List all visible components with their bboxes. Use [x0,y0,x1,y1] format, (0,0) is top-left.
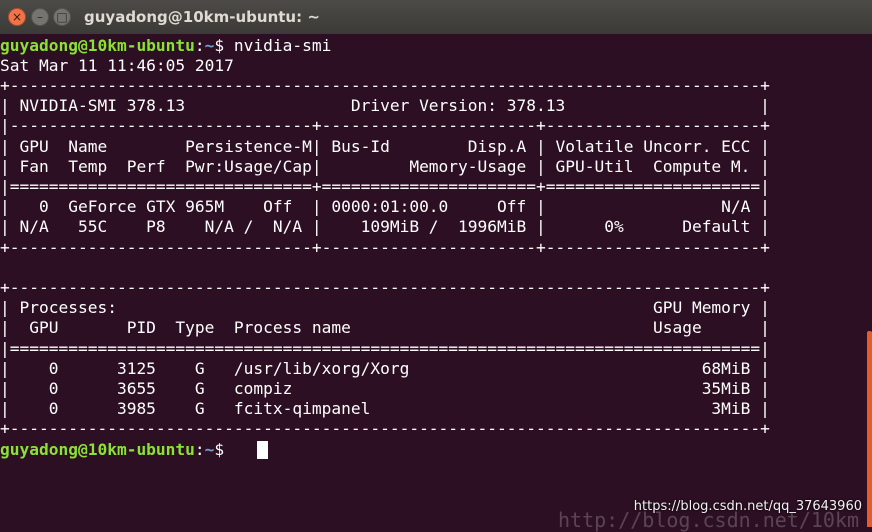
terminal-area[interactable]: guyadong@10km-ubuntu:~$ nvidia-smi Sat M… [0,34,872,527]
smi-output-line: | Processes: GPU Memory | [0,298,770,318]
smi-output-line: | NVIDIA-SMI 378.13 Driver Version: 378.… [0,96,770,116]
smi-output-line: | 0 3985 G fcitx-qimpanel 3MiB | [0,399,770,419]
smi-output-line: | 0 3125 G /usr/lib/xorg/Xorg 68MiB | [0,358,770,378]
date-line: Sat Mar 11 11:46:05 2017 [0,56,234,75]
smi-output-line: +---------------------------------------… [0,76,770,95]
scrollbar[interactable] [867,331,872,527]
smi-output-line: | Fan Temp Perf Pwr:Usage/Cap| Memory-Us… [0,156,770,176]
smi-output-line: +-------------------------------+-------… [0,237,770,257]
maximize-icon: □ [56,10,68,24]
smi-output-line: | 0 3655 G compiz 35MiB | [0,379,770,398]
prompt-path: ~ [204,36,215,55]
prompt-user-host: guyadong@10km-ubuntu [0,36,195,55]
smi-output-line: |===============================+=======… [0,177,770,196]
prompt-user-host: guyadong@10km-ubuntu [0,440,195,459]
window-titlebar: × – □ guyadong@10km-ubuntu: ~ [0,0,872,35]
smi-output-line: +---------------------------------------… [0,278,770,297]
text-cursor [257,441,268,459]
prompt-symbol: $ [214,440,225,459]
smi-output-line: | GPU Name Persistence-M| Bus-Id Disp.A … [0,136,770,156]
maximize-window-button[interactable]: □ [53,8,71,26]
prompt-path: ~ [204,440,215,459]
window-title: guyadong@10km-ubuntu: ~ [84,8,320,26]
minimize-window-button[interactable]: – [31,8,49,26]
current-prompt-line: guyadong@10km-ubuntu:~$ [0,440,225,459]
prompt-symbol: $ [214,36,225,55]
watermark: https://blog.csdn.net/qq_37643960 [633,499,862,514]
smi-output-line: | 0 GeForce GTX 965M Off | 0000:01:00.0 … [0,197,770,217]
close-window-button[interactable]: × [8,8,26,26]
smi-output-line: |-------------------------------+-------… [0,116,770,136]
command-line: guyadong@10km-ubuntu:~$ nvidia-smi [0,36,332,55]
close-icon: × [11,10,23,24]
minimize-icon: – [37,10,43,24]
smi-output-line: |=======================================… [0,338,770,358]
smi-output-line: | N/A 55C P8 N/A / N/A | 109MiB / 1996Mi… [0,217,770,237]
command-text: nvidia-smi [233,36,332,55]
smi-output-line: +---------------------------------------… [0,419,770,439]
smi-output-line: | GPU PID Type Process name Usage | [0,318,770,338]
